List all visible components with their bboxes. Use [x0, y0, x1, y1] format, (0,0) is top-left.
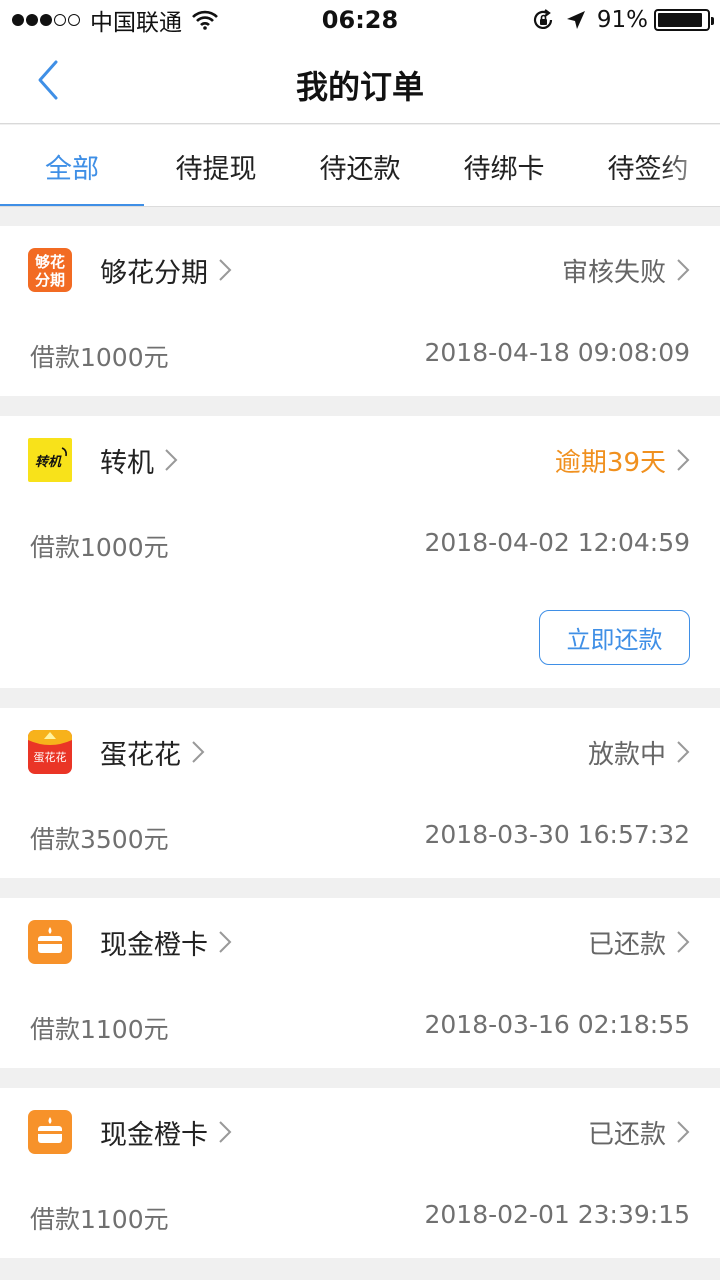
svg-text:转机: 转机 — [35, 454, 62, 470]
app-name-link[interactable]: 蛋花花 — [100, 732, 205, 772]
page-title: 我的订单 — [295, 68, 424, 106]
chevron-right-icon — [677, 1121, 690, 1143]
loan-amount: 借款3500元 — [30, 825, 169, 854]
tab-pending-repay[interactable]: 待还款 — [288, 147, 432, 186]
rotation-lock-icon — [533, 9, 552, 29]
order-time: 2018-04-18 09:08:09 — [424, 338, 690, 367]
location-arrow-icon — [566, 11, 585, 29]
order-time: 2018-03-16 02:18:55 — [424, 1010, 690, 1039]
order-status: 放款中 — [587, 739, 666, 770]
chevron-right-icon — [219, 931, 232, 953]
app-name: 现金橙卡 — [100, 929, 208, 961]
chevron-right-icon — [165, 449, 178, 471]
order-status-link[interactable]: 放款中 — [588, 732, 690, 772]
tab-indicator — [0, 204, 144, 206]
order-status: 已还款 — [587, 929, 666, 960]
svg-text:够花: 够花 — [34, 253, 65, 271]
order-status: 已还款 — [587, 1119, 666, 1150]
loan-amount: 借款1100元 — [30, 1015, 169, 1044]
loan-amount: 借款1100元 — [30, 1205, 169, 1234]
order-status-link[interactable]: 逾期39天 — [555, 440, 690, 480]
order-card[interactable]: 够花 分期 够花分期 审核失败 借款1000元 2018-04-18 09:08… — [0, 226, 720, 396]
status-bar: 中国联通 06:28 91% — [0, 0, 720, 40]
app-name: 够花分期 — [100, 257, 208, 289]
tab-pending-bind-card[interactable]: 待绑卡 — [432, 147, 576, 186]
chevron-right-icon — [219, 259, 232, 281]
order-card[interactable]: 现金橙卡 已还款 借款1100元 2018-03-16 02:18:55 — [0, 898, 720, 1068]
order-card[interactable]: 转机 转机 逾期39天 借款1000元 2018-04-02 12:04:59 … — [0, 416, 720, 688]
battery-icon — [654, 9, 714, 31]
app-name: 转机 — [100, 447, 154, 479]
order-tabs: 全部 待提现 待还款 待绑卡 待签约 — [0, 125, 720, 207]
nav-bar: 我的订单 — [0, 40, 720, 124]
loan-amount: 借款1000元 — [30, 533, 169, 562]
order-status-link[interactable]: 已还款 — [588, 1112, 690, 1152]
order-time: 2018-03-30 16:57:32 — [424, 820, 690, 849]
app-name-link[interactable]: 够花分期 — [100, 250, 232, 290]
order-status-link[interactable]: 审核失败 — [562, 250, 690, 290]
order-status: 逾期39天 — [554, 447, 666, 478]
order-status: 审核失败 — [561, 257, 666, 288]
app-name-link[interactable]: 现金橙卡 — [100, 1112, 232, 1152]
chevron-right-icon — [677, 259, 690, 281]
app-name: 蛋花花 — [100, 739, 181, 771]
chevron-right-icon — [219, 1121, 232, 1143]
app-name: 现金橙卡 — [100, 1119, 208, 1151]
chevron-right-icon — [677, 931, 690, 953]
svg-text:分期: 分期 — [35, 271, 65, 289]
app-logo: 够花 分期 — [28, 248, 72, 292]
card-logo-icon — [28, 1110, 72, 1154]
card-logo-icon — [28, 920, 72, 964]
order-card[interactable]: 现金橙卡 已还款 借款1100元 2018-02-01 23:39:15 — [0, 1088, 720, 1258]
loan-amount: 借款1000元 — [30, 343, 169, 372]
repay-now-button[interactable]: 立即还款 — [539, 610, 690, 665]
app-logo: 蛋花花 — [28, 730, 72, 774]
order-time: 2018-04-02 12:04:59 — [424, 528, 690, 557]
tab-pending-sign[interactable]: 待签约 — [576, 147, 720, 186]
app-name-link[interactable]: 转机 — [100, 440, 178, 480]
status-right: 91% — [531, 6, 714, 34]
chevron-right-icon — [192, 741, 205, 763]
svg-text:蛋花花: 蛋花花 — [34, 751, 67, 764]
order-time: 2018-02-01 23:39:15 — [424, 1200, 690, 1229]
app-name-link[interactable]: 现金橙卡 — [100, 922, 232, 962]
chevron-right-icon — [677, 449, 690, 471]
app-logo: 转机 — [28, 438, 72, 482]
tab-pending-withdraw[interactable]: 待提现 — [144, 147, 288, 186]
tab-all[interactable]: 全部 — [0, 147, 144, 186]
battery-percent: 91% — [596, 7, 648, 33]
chevron-right-icon — [677, 741, 690, 763]
order-status-link[interactable]: 已还款 — [588, 922, 690, 962]
order-card[interactable]: 蛋花花 蛋花花 放款中 借款3500元 2018-03-30 16:57:32 — [0, 708, 720, 878]
